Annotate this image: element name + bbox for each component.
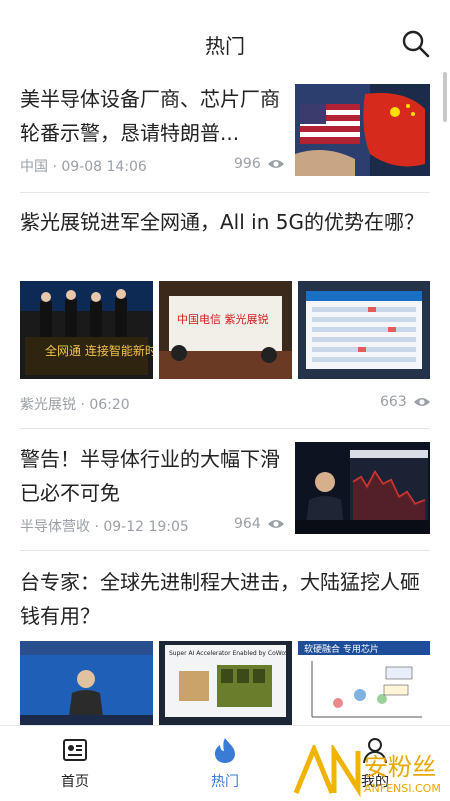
eye-icon	[413, 398, 430, 406]
view-count: 663	[380, 394, 431, 410]
article-thumbnail[interactable]: Super AI Accelerator Enabled by CoWoS	[159, 641, 292, 725]
article-meta: 紫光展锐 · 06:20	[20, 397, 130, 413]
eye-icon	[267, 520, 284, 528]
article-title[interactable]: 台专家：全球先进制程大进击，大陆猛挖人砸钱有用？	[20, 565, 430, 633]
watermark-brand: 安粉丝	[364, 753, 436, 781]
page-title: 热门	[205, 34, 245, 58]
article-item[interactable]: 台专家：全球先进制程大进击，大陆猛挖人砸钱有用？ Super AI Accele…	[20, 565, 430, 725]
article-time: 09-08 14:06	[61, 159, 147, 175]
tab-label: 首页	[61, 774, 89, 790]
view-count-value: 964	[234, 516, 261, 532]
article-title[interactable]: 美半导体设备厂商、芯片厂商轮番示警，恳请特朗普...	[20, 82, 282, 150]
article-thumbnail[interactable]	[295, 84, 430, 176]
article-thumbnail[interactable]: 软硬融合 专用芯片	[298, 641, 430, 725]
watermark-site: ANFENSI.COM	[364, 782, 441, 795]
flame-icon	[211, 736, 239, 764]
watermark-logo: 安粉丝 ANFENSI.COM	[292, 742, 442, 798]
divider	[20, 550, 430, 551]
thumb-text: 中国电信 紫光展锐	[177, 312, 269, 326]
view-count: 996	[234, 156, 285, 172]
tab-hot[interactable]: 热门	[150, 726, 300, 801]
thumb-text: 全网通 连接智能新时代	[45, 343, 153, 358]
article-time: 06:20	[89, 397, 130, 413]
article-item[interactable]: 警告！半导体行业的大幅下滑已必不可免 半导体营收 · 09-12 19:05 9…	[20, 442, 430, 552]
article-source: 半导体营收	[20, 519, 90, 535]
view-count-value: 996	[234, 156, 261, 172]
divider	[20, 192, 430, 193]
article-thumbnail[interactable]: 中国电信 紫光展锐	[159, 281, 292, 379]
article-source: 紫光展锐	[20, 397, 76, 413]
thumb-text: Super AI Accelerator Enabled by CoWoS	[169, 650, 289, 657]
article-thumbnail[interactable]: 全网通 连接智能新时代	[20, 281, 153, 379]
article-meta: 半导体营收 · 09-12 19:05	[20, 519, 189, 535]
tab-home[interactable]: 首页	[0, 726, 150, 801]
top-bar: 热门	[0, 0, 450, 88]
article-item[interactable]: 美半导体设备厂商、芯片厂商轮番示警，恳请特朗普... 中国 · 09-08 14…	[20, 82, 430, 192]
scrollbar[interactable]	[443, 72, 447, 122]
article-thumbnail[interactable]	[20, 641, 153, 725]
article-thumbnail[interactable]	[295, 442, 430, 534]
divider	[20, 428, 430, 429]
eye-icon	[267, 160, 284, 168]
article-meta: 中国 · 09-08 14:06	[20, 159, 147, 175]
thumb-text: 软硬融合 专用芯片	[304, 643, 379, 655]
article-title[interactable]: 警告！半导体行业的大幅下滑已必不可免	[20, 442, 282, 510]
view-count-value: 663	[380, 394, 407, 410]
article-thumbnail[interactable]	[298, 281, 430, 379]
search-icon[interactable]	[402, 30, 430, 58]
article-title[interactable]: 紫光展锐进军全网通，All in 5G的优势在哪？	[20, 205, 430, 239]
article-time: 09-12 19:05	[103, 519, 189, 535]
view-count: 964	[234, 516, 285, 532]
tab-label: 热门	[211, 774, 239, 790]
article-item[interactable]: 紫光展锐进军全网通，All in 5G的优势在哪？ 全网通 连接智能新时代 中国…	[20, 205, 430, 415]
article-source: 中国	[20, 159, 48, 175]
news-icon	[61, 736, 89, 764]
